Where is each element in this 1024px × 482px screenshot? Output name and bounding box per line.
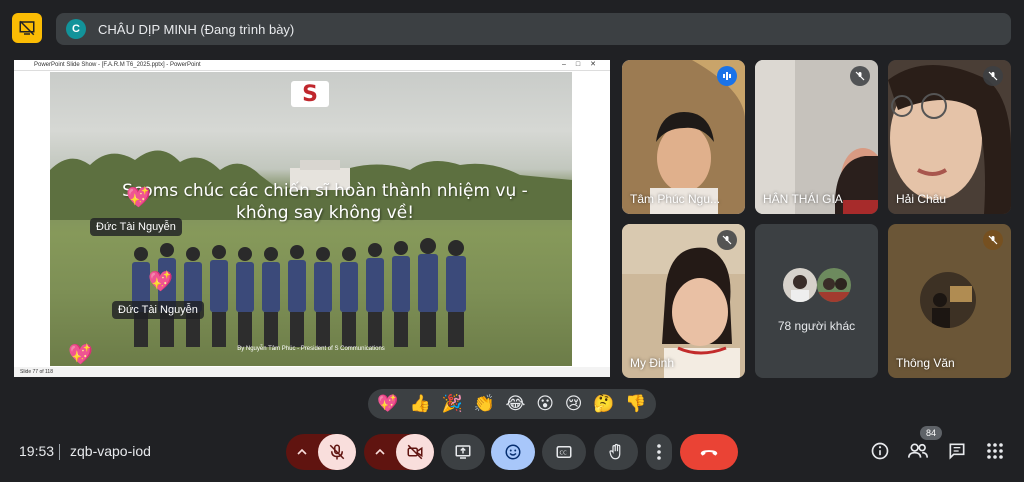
mic-control-group	[286, 434, 356, 470]
leave-call-button[interactable]	[680, 434, 738, 470]
slide-credit: By Nguyễn Tâm Phúc - President of S Comm…	[237, 346, 385, 352]
mic-muted-icon	[717, 230, 737, 250]
audio-options-button[interactable]	[286, 434, 318, 470]
window-controls-icon: –□✕	[562, 61, 606, 68]
others-count-label: 78 người khác	[777, 319, 856, 333]
captions-icon: CC	[556, 446, 572, 458]
video-options-button[interactable]	[364, 434, 396, 470]
presenter-label: CHÂU DỊP MINH (Đang trình bày)	[98, 21, 295, 37]
people-button[interactable]	[903, 436, 933, 466]
participant-avatar	[920, 272, 976, 328]
slide-headline-line-1: Scoms chúc các chiến sĩ hoàn thành nhiệm…	[122, 181, 528, 201]
speaking-indicator-icon	[717, 66, 737, 86]
heart-reaction-icon: 💖	[68, 344, 93, 366]
mic-muted-icon	[850, 66, 870, 86]
reaction-heart-icon[interactable]: 💖	[377, 394, 398, 414]
participant-tile[interactable]: Thông Văn	[888, 224, 1011, 378]
chevron-up-icon	[297, 448, 307, 455]
mic-muted-icon	[983, 230, 1003, 250]
chat-icon	[949, 443, 965, 460]
chat-button[interactable]	[942, 436, 972, 466]
camera-off-icon	[407, 444, 423, 460]
meeting-code: zqb-vapo-iod	[70, 443, 151, 459]
presenter-banner: C CHÂU DỊP MINH (Đang trình bày)	[56, 13, 1011, 45]
slide-status-bar: Slide 77 of 118	[14, 367, 610, 377]
apps-grid-icon	[987, 443, 1003, 459]
hide-presentation-icon	[19, 20, 35, 36]
raise-hand-button[interactable]	[594, 434, 638, 470]
scoms-logo: S	[291, 81, 329, 107]
meeting-details-button[interactable]	[865, 436, 895, 466]
participant-tile[interactable]: Hải Châu	[888, 60, 1011, 214]
pres-window-title: PowerPoint Slide Show - [F.A.R.M T6_2025…	[34, 62, 201, 68]
reaction-thinking-icon[interactable]: 🤔	[593, 394, 614, 414]
info-icon	[871, 442, 889, 460]
others-tile[interactable]: 78 người khác	[755, 224, 878, 378]
participant-tile[interactable]: My Đinh	[622, 224, 745, 378]
reactions-button[interactable]	[491, 434, 535, 470]
presentation-toggle-button[interactable]	[12, 13, 42, 43]
participant-name: HÂN THÁI GIA	[763, 192, 843, 206]
camera-control-group	[364, 434, 434, 470]
hangup-icon	[700, 450, 718, 456]
slide-counter: Slide 77 of 118	[20, 369, 53, 375]
reaction-picker: 💖 👍 🎉 👏 😂 😮 😢 🤔 👎	[368, 389, 656, 419]
reaction-sender-chip: Đức Tài Nguyễn	[90, 218, 182, 236]
others-avatar	[783, 268, 817, 302]
heart-reaction-icon: 💖	[126, 187, 151, 209]
participant-name: Thông Văn	[896, 356, 955, 370]
people-icon	[908, 443, 928, 458]
mic-off-icon	[329, 444, 345, 460]
others-avatar	[817, 268, 851, 302]
reaction-sad-icon[interactable]: 😢	[565, 394, 583, 414]
divider	[59, 444, 60, 460]
reaction-thumbs-up-icon[interactable]: 👍	[409, 394, 430, 414]
heart-reaction-icon: 💖	[148, 271, 173, 293]
mic-muted-icon	[983, 66, 1003, 86]
present-screen-button[interactable]	[441, 434, 485, 470]
participant-tile[interactable]: HÂN THÁI GIA	[755, 60, 878, 214]
reaction-surprised-icon[interactable]: 😮	[536, 394, 554, 414]
reaction-sender-chip: Đức Tài Nguyễn	[112, 301, 204, 319]
activities-button[interactable]	[980, 436, 1010, 466]
participant-name: Tâm Phúc Ngu...	[630, 192, 721, 206]
participant-name: My Đinh	[630, 356, 675, 370]
reaction-clap-icon[interactable]: 👏	[473, 394, 494, 414]
emoji-icon	[505, 444, 521, 460]
participant-tile[interactable]: Tâm Phúc Ngu...	[622, 60, 745, 214]
svg-text:CC: CC	[560, 451, 568, 457]
mic-toggle-button[interactable]	[318, 434, 356, 470]
more-vert-icon	[657, 444, 661, 460]
presentation-window[interactable]: PowerPoint Slide Show - [F.A.R.M T6_2025…	[14, 60, 610, 377]
presenter-avatar: C	[66, 19, 86, 39]
present-screen-icon	[455, 445, 471, 459]
participant-name: Hải Châu	[896, 192, 947, 206]
camera-toggle-button[interactable]	[396, 434, 434, 470]
reaction-party-icon[interactable]: 🎉	[441, 394, 462, 414]
pres-window-titlebar: PowerPoint Slide Show - [F.A.R.M T6_2025…	[14, 60, 610, 71]
clock: 19:53	[19, 443, 55, 459]
more-options-button[interactable]	[646, 434, 672, 470]
reaction-laugh-icon[interactable]: 😂	[505, 394, 525, 414]
captions-button[interactable]: CC	[542, 434, 586, 470]
reaction-thumbs-down-icon[interactable]: 👎	[625, 394, 646, 414]
chevron-up-icon	[375, 448, 385, 455]
hand-icon	[609, 443, 621, 460]
